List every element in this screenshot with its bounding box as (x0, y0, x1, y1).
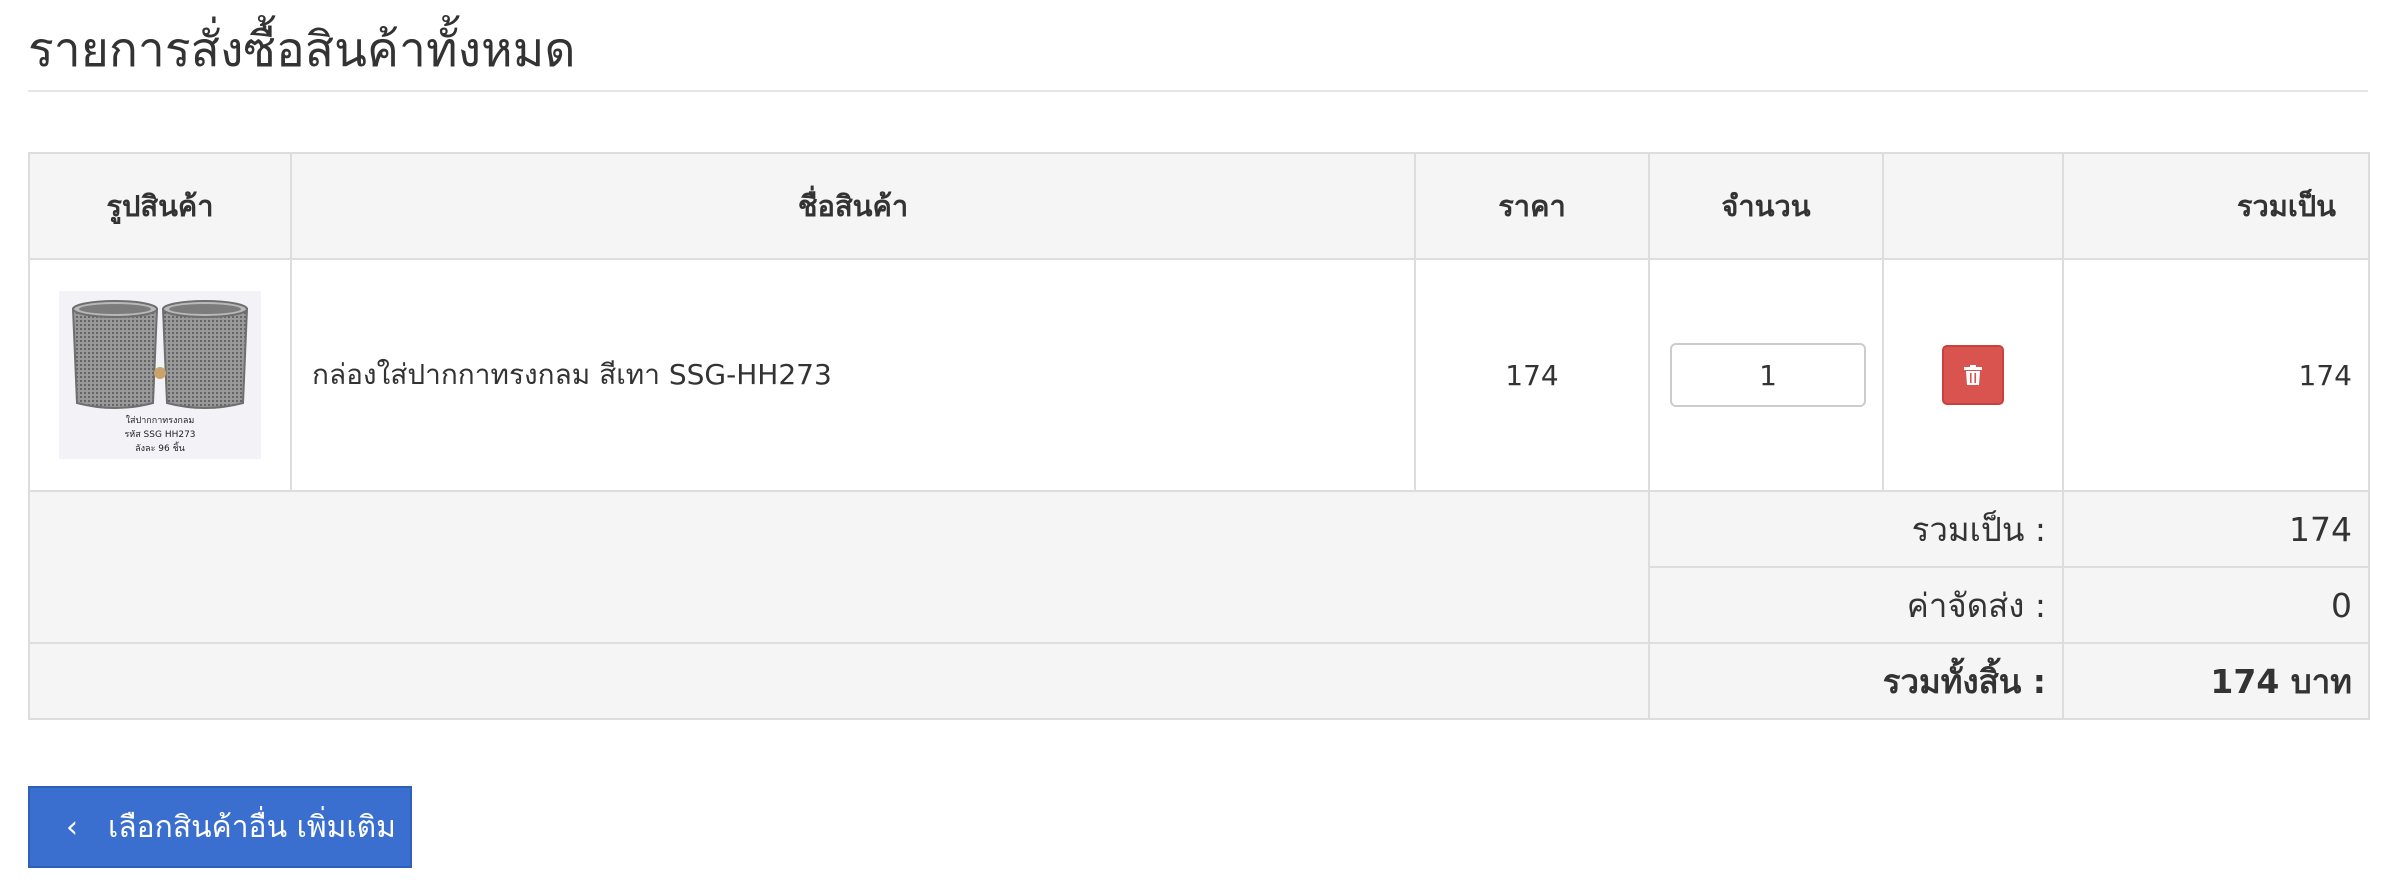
subtotal-row: รวมเป็น : 174 (28, 490, 2370, 644)
continue-shopping-button[interactable]: ‹ เลือกสินค้าอื่น เพิ่มเติม (28, 786, 412, 868)
grand-total-label: รวมทั้งสิ้น : (1648, 642, 2064, 720)
image-caption-1: ใส่ปากกาทรงกลม (126, 415, 195, 426)
quantity-input[interactable] (1670, 343, 1866, 407)
image-caption-2: รหัส SSG HH273 (124, 430, 195, 440)
delete-cell (1882, 258, 2064, 492)
shipping-label: ค่าจัดส่ง : (1648, 566, 2064, 644)
title-divider (28, 90, 2368, 92)
qty-cell (1648, 258, 1884, 492)
cart-table: รูปสินค้า ชื่อสินค้า ราคา จำนวน รวมเป็น (28, 152, 2370, 720)
chevron-left-icon: ‹ (66, 809, 78, 845)
subtotal-value: 174 (2062, 490, 2370, 568)
product-image[interactable]: ใส่ปากกาทรงกลม รหัส SSG HH273 ลังละ 96 ช… (59, 291, 261, 459)
header-name: ชื่อสินค้า (290, 152, 1416, 260)
summary-spacer (28, 490, 1650, 644)
header-delete (1882, 152, 2064, 260)
product-name[interactable]: กล่องใส่ปากกาทรงกลม สีเทา SSG-HH273 (290, 258, 1416, 492)
header-image: รูปสินค้า (28, 152, 292, 260)
shipping-value: 0 (2062, 566, 2370, 644)
delete-item-button[interactable] (1942, 345, 2004, 405)
product-image-cell: ใส่ปากกาทรงกลม รหัส SSG HH273 ลังละ 96 ช… (28, 258, 292, 492)
product-price: 174 (1414, 258, 1650, 492)
header-total: รวมเป็น (2062, 152, 2370, 260)
grand-total-value: 174 บาท (2062, 642, 2370, 720)
table-row: ใส่ปากกาทรงกลม รหัส SSG HH273 ลังละ 96 ช… (28, 258, 2370, 492)
grand-spacer (28, 642, 1650, 720)
header-price: ราคา (1414, 152, 1650, 260)
line-total: 174 (2062, 258, 2370, 492)
subtotal-label: รวมเป็น : (1648, 490, 2064, 568)
trash-icon (1964, 365, 1982, 385)
grand-total-row: รวมทั้งสิ้น : 174 บาท (28, 642, 2370, 720)
cart-header-row: รูปสินค้า ชื่อสินค้า ราคา จำนวน รวมเป็น (28, 152, 2370, 260)
continue-shopping-label: เลือกสินค้าอื่น เพิ่มเติม (108, 809, 396, 845)
page-title: รายการสั่งซื้อสินค้าทั้งหมด (28, 22, 576, 78)
header-qty: จำนวน (1648, 152, 1884, 260)
